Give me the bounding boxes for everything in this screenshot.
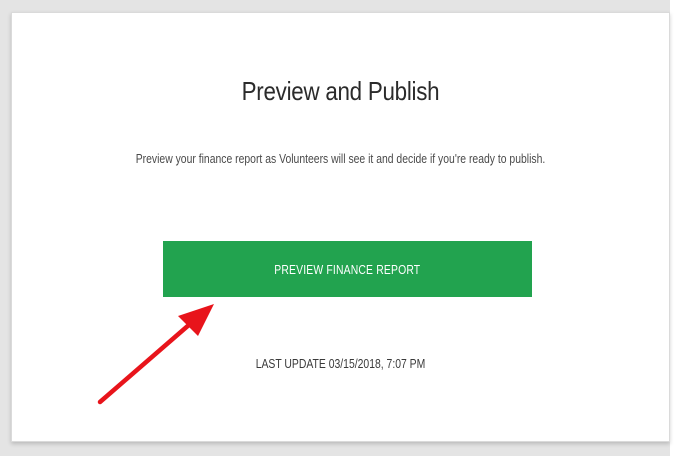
preview-publish-card: Preview and Publish Preview your finance… xyxy=(11,12,670,442)
preview-button-label: PREVIEW FINANCE REPORT xyxy=(274,261,421,277)
page-description: Preview your finance report as Volunteer… xyxy=(135,151,546,166)
preview-finance-report-button[interactable]: PREVIEW FINANCE REPORT xyxy=(163,241,532,297)
last-update-text: LAST UPDATE 03/15/2018, 7:07 PM xyxy=(255,356,426,371)
window-edge xyxy=(670,0,680,456)
page-title: Preview and Publish xyxy=(241,76,440,106)
